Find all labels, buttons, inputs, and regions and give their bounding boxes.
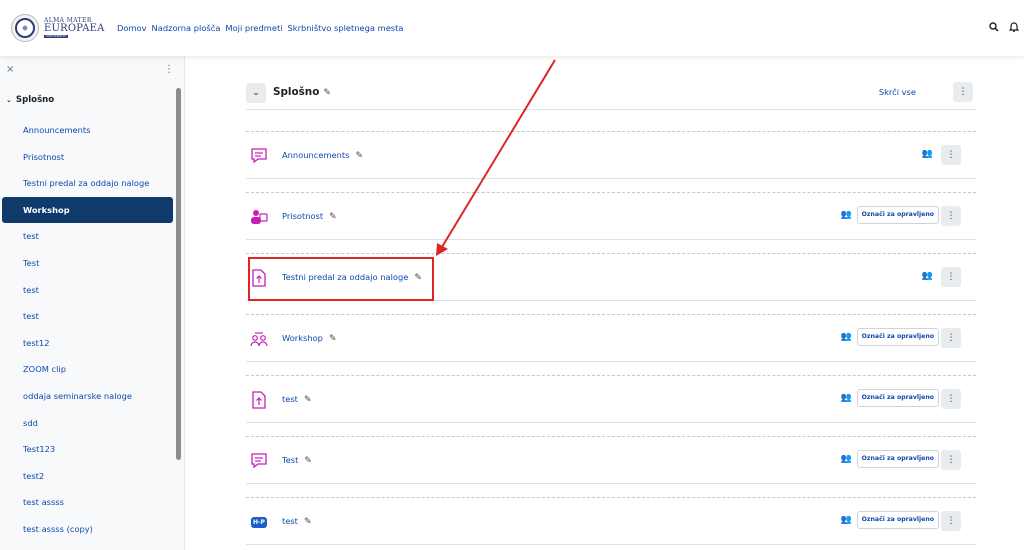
nav-link-home[interactable]: Domov <box>117 23 147 33</box>
logo-seal-icon <box>11 14 39 42</box>
logo-line-3: UNIVERSITY <box>44 34 69 38</box>
nav-link-dashboard[interactable]: Nadzorna plošča <box>152 23 221 33</box>
navbar-icons <box>984 0 1024 56</box>
search-icon[interactable] <box>984 21 1004 35</box>
nav-link-site-admin[interactable]: Skrbništvo spletnega mesta <box>288 23 404 33</box>
site-logo[interactable]: ALMA MATER EUROPAEA UNIVERSITY <box>11 9 111 47</box>
bell-icon[interactable] <box>1004 21 1024 35</box>
top-navbar: ALMA MATER EUROPAEA UNIVERSITY Domov Nad… <box>0 0 1024 56</box>
annotation-arrow <box>436 59 556 256</box>
primary-navigation: Domov Nadzorna plošča Moji predmeti Skrb… <box>117 0 408 56</box>
logo-line-2: EUROPAEA <box>44 23 105 34</box>
nav-link-my-courses[interactable]: Moji predmeti <box>225 23 282 33</box>
